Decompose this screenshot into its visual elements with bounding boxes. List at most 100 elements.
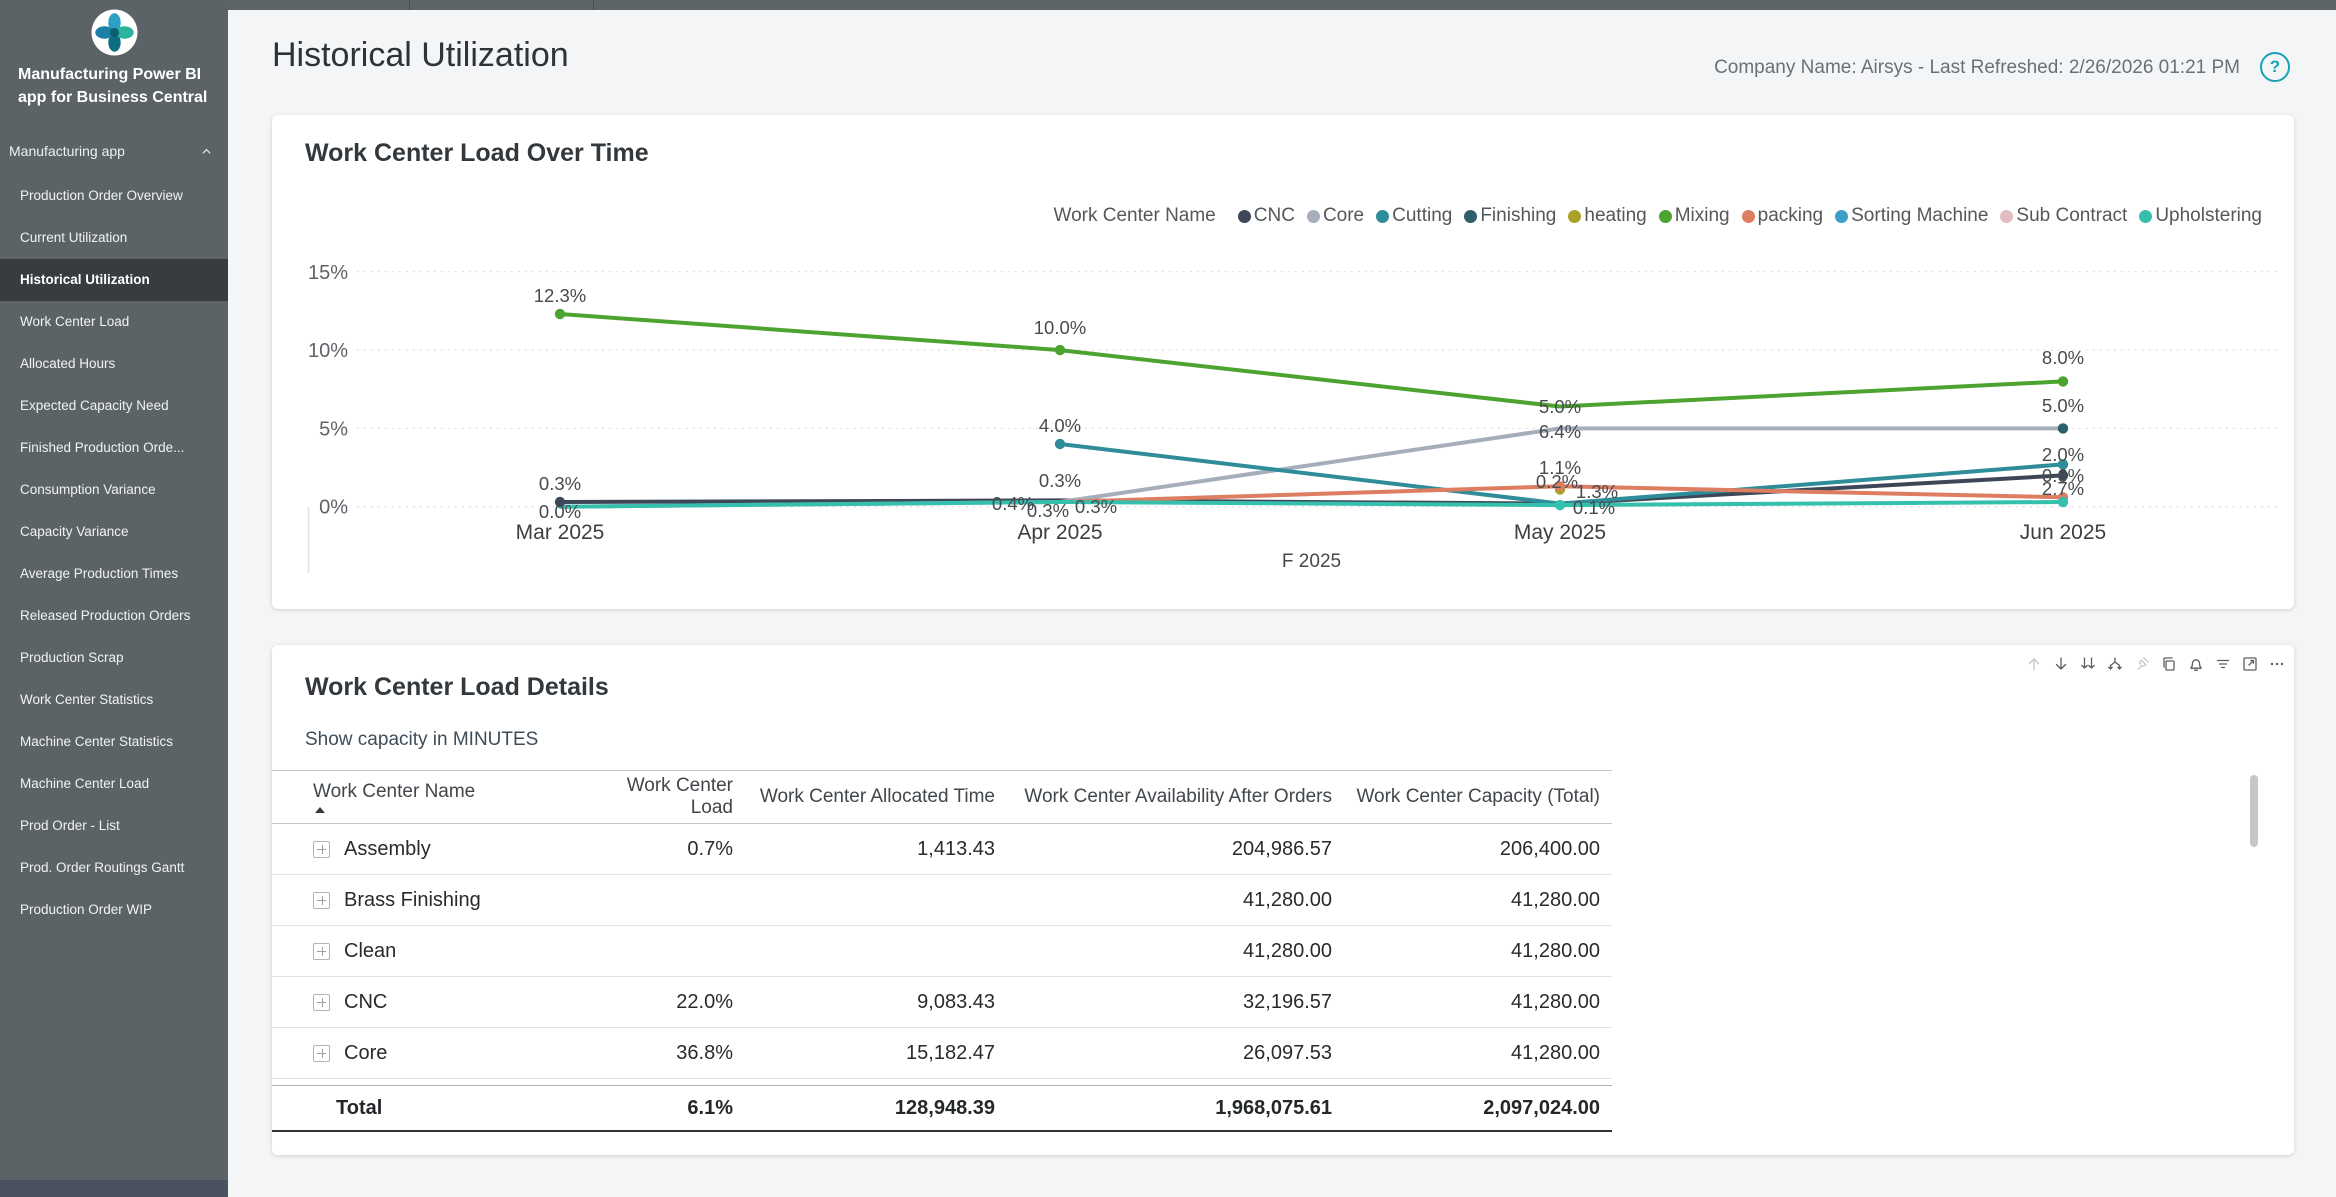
expand-icon[interactable] — [313, 994, 330, 1011]
column-header-work-center-allocated-time[interactable]: Work Center Allocated Time — [733, 786, 995, 808]
sidebar-item-allocated-hours[interactable]: Allocated Hours — [0, 343, 228, 385]
focus-mode-icon[interactable] — [2241, 655, 2259, 673]
alert-icon[interactable] — [2187, 655, 2205, 673]
data-point-finishing[interactable] — [2058, 423, 2068, 433]
column-header-work-center-availability-after-orders[interactable]: Work Center Availability After Orders — [995, 786, 1332, 808]
data-point-cutting[interactable] — [1055, 439, 1065, 449]
capacity-cell: 41,280.00 — [1332, 940, 1600, 963]
series-line-upholstering[interactable] — [560, 502, 2063, 507]
chart-card: Work Center Load Over Time Work Center N… — [272, 115, 2294, 609]
capacity-toggle-button[interactable]: Show capacity in MINUTES — [305, 729, 538, 751]
sidebar-item-production-order-overview[interactable]: Production Order Overview — [0, 175, 228, 217]
capacity-cell: 41,280.00 — [1332, 889, 1600, 912]
sidebar-item-work-center-statistics[interactable]: Work Center Statistics — [0, 679, 228, 721]
column-header-label: Work Center Name — [313, 781, 475, 803]
series-line-mixing[interactable] — [560, 314, 2063, 407]
expand-icon[interactable] — [313, 1045, 330, 1062]
data-label: 5.0% — [2042, 395, 2084, 416]
column-header-work-center-name[interactable]: Work Center Name — [313, 781, 583, 813]
allocated-time-cell: 15,182.47 — [733, 1042, 995, 1065]
sidebar-item-average-production-times[interactable]: Average Production Times — [0, 553, 228, 595]
sidebar-item-current-utilization[interactable]: Current Utilization — [0, 217, 228, 259]
total-load-cell: 6.1% — [583, 1097, 733, 1120]
total-availability-cell: 1,968,075.61 — [995, 1097, 1332, 1120]
expand-icon[interactable] — [313, 841, 330, 858]
data-point-upholstering[interactable] — [1555, 500, 1565, 510]
sidebar-item-consumption-variance[interactable]: Consumption Variance — [0, 469, 228, 511]
work-center-name: Clean — [344, 940, 396, 963]
sidebar-item-expected-capacity-need[interactable]: Expected Capacity Need — [0, 385, 228, 427]
sidebar-item-machine-center-load[interactable]: Machine Center Load — [0, 763, 228, 805]
y-tick-label: 0% — [319, 497, 348, 519]
data-label: 5.0% — [1539, 396, 1581, 417]
x-tick-label: May 2025 — [1514, 521, 1606, 544]
table-row-assembly: Assembly0.7%1,413.43204,986.57206,400.00 — [272, 824, 1612, 875]
app-logo-icon — [91, 9, 138, 56]
table-title: Work Center Load Details — [305, 673, 609, 702]
strip-divider — [409, 0, 410, 10]
x-tick-label: Mar 2025 — [516, 521, 605, 544]
table-header-row: Work Center NameWork Center LoadWork Cen… — [272, 770, 1612, 824]
sidebar-item-work-center-load[interactable]: Work Center Load — [0, 301, 228, 343]
help-icon[interactable]: ? — [2260, 52, 2290, 82]
data-label: 8.0% — [2042, 347, 2084, 368]
data-label: 2.7% — [2042, 478, 2084, 499]
table-row-brass-finishing: Brass Finishing 41,280.0041,280.00 — [272, 875, 1612, 926]
pin-icon — [2133, 655, 2151, 673]
sidebar-item-production-scrap[interactable]: Production Scrap — [0, 637, 228, 679]
sidebar-item-prod-order-routings-gantt[interactable]: Prod. Order Routings Gantt — [0, 847, 228, 889]
total-label: Total — [313, 1097, 583, 1120]
sidebar-item-machine-center-statistics[interactable]: Machine Center Statistics — [0, 721, 228, 763]
expand-next-level-icon[interactable] — [2106, 655, 2124, 673]
sidebar-item-prod-order-list[interactable]: Prod Order - List — [0, 805, 228, 847]
data-label: 0.3% — [1027, 500, 1069, 521]
table-row-core: Core36.8%15,182.4726,097.5341,280.00 — [272, 1028, 1612, 1079]
x-tick-label: Jun 2025 — [2020, 521, 2106, 544]
data-point-mixing[interactable] — [2058, 376, 2068, 386]
more-options-icon[interactable] — [2268, 655, 2286, 673]
total-allocated-cell: 128,948.39 — [733, 1097, 995, 1120]
sidebar-nav: Production Order OverviewCurrent Utiliza… — [0, 175, 228, 931]
availability-cell: 204,986.57 — [995, 838, 1332, 861]
work-center-name: Assembly — [344, 838, 431, 861]
table-scrollbar[interactable] — [2250, 775, 2258, 847]
work-center-name: Brass Finishing — [344, 889, 481, 912]
load-over-time-chart: 0%5%10%15%Mar 2025Apr 2025May 2025Jun 20… — [272, 115, 2294, 609]
x-axis-title: F 2025 — [1282, 551, 1341, 572]
availability-cell: 41,280.00 — [995, 889, 1332, 912]
availability-cell: 41,280.00 — [995, 940, 1332, 963]
y-tick-label: 10% — [308, 340, 348, 362]
sidebar-item-capacity-variance[interactable]: Capacity Variance — [0, 511, 228, 553]
column-header-work-center-load[interactable]: Work Center Load — [583, 775, 733, 819]
sidebar-item-released-production-orders[interactable]: Released Production Orders — [0, 595, 228, 637]
load-cell: 0.7% — [583, 838, 733, 861]
arrow-down-icon[interactable] — [2052, 655, 2070, 673]
load-cell: 36.8% — [583, 1042, 733, 1065]
data-label: 6.4% — [1539, 421, 1581, 442]
data-point-mixing[interactable] — [555, 309, 565, 319]
column-header-work-center-capacity-total[interactable]: Work Center Capacity (Total) — [1332, 786, 1600, 808]
filter-icon[interactable] — [2214, 655, 2232, 673]
table-row-cnc: CNC22.0%9,083.4332,196.5741,280.00 — [272, 977, 1612, 1028]
sidebar-item-finished-production-orde[interactable]: Finished Production Orde... — [0, 427, 228, 469]
table-row-clean: Clean 41,280.0041,280.00 — [272, 926, 1612, 977]
expand-icon[interactable] — [313, 943, 330, 960]
expand-icon[interactable] — [313, 892, 330, 909]
data-point-mixing[interactable] — [1055, 345, 1065, 355]
work-center-table: Work Center NameWork Center LoadWork Cen… — [272, 770, 1612, 1132]
series-line-cnc[interactable] — [560, 475, 2063, 503]
app-title: Manufacturing Power BI app for Business … — [0, 63, 228, 109]
sidebar-item-production-order-wip[interactable]: Production Order WIP — [0, 889, 228, 931]
sidebar-item-historical-utilization[interactable]: Historical Utilization — [0, 259, 228, 301]
copy-icon[interactable] — [2160, 655, 2178, 673]
page-title: Historical Utilization — [272, 36, 569, 75]
double-arrow-down-icon[interactable] — [2079, 655, 2097, 673]
table-card: Work Center Load Details Show capacity i… — [272, 645, 2294, 1155]
sort-ascending-icon — [315, 807, 325, 813]
availability-cell: 26,097.53 — [995, 1042, 1332, 1065]
strip-divider — [593, 0, 594, 10]
y-tick-label: 5% — [319, 418, 348, 440]
capacity-cell: 41,280.00 — [1332, 1042, 1600, 1065]
sidebar-section-header[interactable]: Manufacturing app — [0, 143, 228, 159]
column-header-label: Work Center Capacity (Total) — [1356, 786, 1600, 807]
